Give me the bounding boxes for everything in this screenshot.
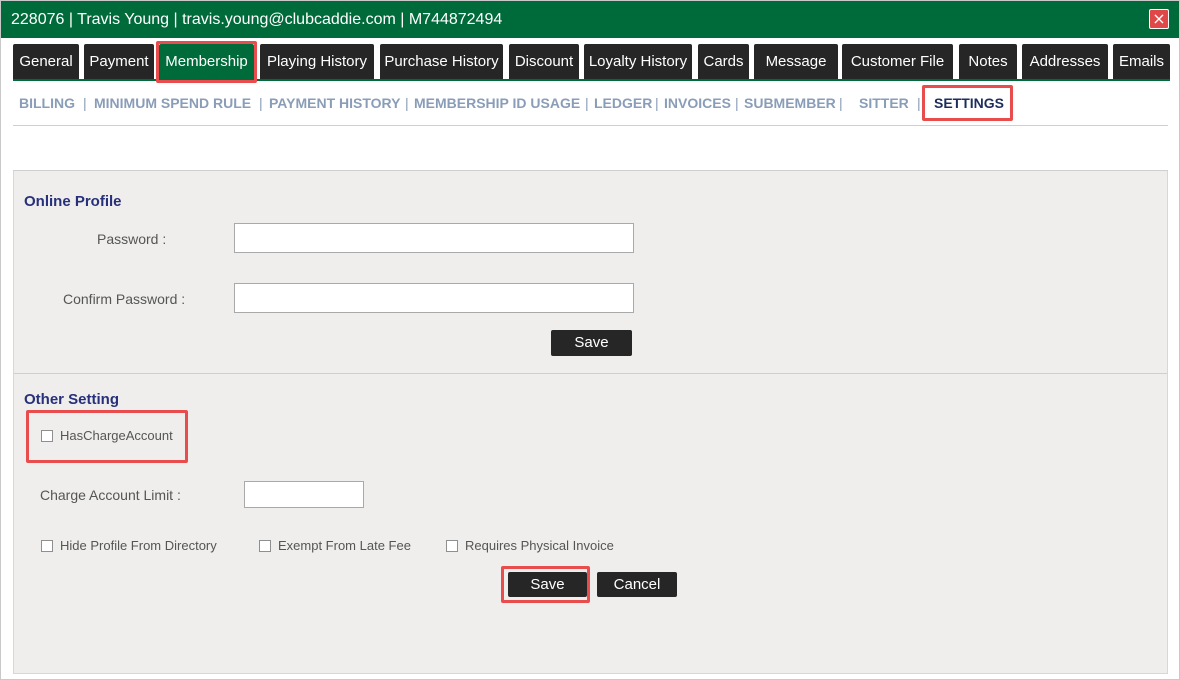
subnav-invoices[interactable]: INVOICES: [664, 91, 731, 115]
tab-membership[interactable]: Membership: [159, 44, 254, 80]
save-password-button[interactable]: Save: [551, 330, 632, 356]
tab-loyalty-history[interactable]: Loyalty History: [584, 44, 692, 80]
password-label: Password :: [97, 231, 167, 247]
confirm-password-input[interactable]: [234, 283, 634, 313]
tab-cards[interactable]: Cards: [698, 44, 749, 80]
has-charge-account-option[interactable]: HasChargeAccount: [41, 428, 173, 443]
subnav-separator: |: [655, 95, 659, 111]
hide-profile-option[interactable]: Hide Profile From Directory: [41, 538, 217, 553]
exempt-late-fee-checkbox[interactable]: [259, 540, 271, 552]
tab-customer-file[interactable]: Customer File: [842, 44, 953, 80]
hide-profile-checkbox[interactable]: [41, 540, 53, 552]
subnav-submember[interactable]: SUBMEMBER: [744, 91, 836, 115]
subnav-sitter[interactable]: SITTER: [859, 91, 909, 115]
has-charge-account-label: HasChargeAccount: [60, 428, 173, 443]
tabs-underline: [13, 79, 1170, 81]
subnav-ledger[interactable]: LEDGER: [594, 91, 652, 115]
subnav-separator: |: [585, 95, 589, 111]
customer-window: 228076 | Travis Young | travis.young@clu…: [0, 0, 1180, 680]
password-input[interactable]: [234, 223, 634, 253]
has-charge-account-checkbox[interactable]: [41, 430, 53, 442]
online-profile-title: Online Profile: [24, 193, 122, 210]
subnav-separator: |: [839, 95, 843, 111]
tab-purchase-history[interactable]: Purchase History: [380, 44, 503, 80]
section-divider: [14, 373, 1167, 374]
subnav-separator: |: [259, 95, 263, 111]
tab-addresses[interactable]: Addresses: [1022, 44, 1108, 80]
exempt-late-fee-option[interactable]: Exempt From Late Fee: [259, 538, 411, 553]
confirm-password-label: Confirm Password :: [63, 291, 186, 307]
tab-playing-history[interactable]: Playing History: [260, 44, 374, 80]
tab-notes[interactable]: Notes: [959, 44, 1017, 80]
requires-invoice-option[interactable]: Requires Physical Invoice: [446, 538, 614, 553]
settings-panel: Online Profile Password : Confirm Passwo…: [13, 171, 1168, 674]
subnav-payment-history[interactable]: PAYMENT HISTORY: [269, 91, 400, 115]
charge-limit-label: Charge Account Limit :: [40, 487, 181, 503]
subnav-separator: |: [83, 95, 87, 111]
other-setting-title: Other Setting: [24, 391, 120, 408]
close-icon[interactable]: ×: [1149, 9, 1169, 29]
tab-message[interactable]: Message: [754, 44, 838, 80]
charge-limit-input[interactable]: [244, 481, 364, 508]
tab-emails[interactable]: Emails: [1113, 44, 1170, 80]
subnav-settings[interactable]: SETTINGS: [934, 91, 1004, 115]
save-settings-button[interactable]: Save: [508, 572, 587, 597]
window-titlebar: 228076 | Travis Young | travis.young@clu…: [1, 1, 1179, 38]
subnav-separator: |: [735, 95, 739, 111]
cancel-button[interactable]: Cancel: [597, 572, 677, 597]
requires-invoice-label: Requires Physical Invoice: [465, 538, 614, 553]
exempt-late-fee-label: Exempt From Late Fee: [278, 538, 411, 553]
subnav-separator: |: [917, 95, 921, 111]
tab-general[interactable]: General: [13, 44, 79, 80]
subnav-membership-id-usage[interactable]: MEMBERSHIP ID USAGE: [414, 91, 580, 115]
subnav-billing[interactable]: BILLING: [19, 91, 75, 115]
subnav-minimum-spend-rule[interactable]: MINIMUM SPEND RULE: [94, 91, 251, 115]
divider: [13, 125, 1168, 126]
subnav-separator: |: [405, 95, 409, 111]
tab-discount[interactable]: Discount: [509, 44, 579, 80]
window-title: 228076 | Travis Young | travis.young@clu…: [11, 11, 503, 28]
hide-profile-label: Hide Profile From Directory: [60, 538, 217, 553]
tab-payment[interactable]: Payment: [84, 44, 154, 80]
requires-invoice-checkbox[interactable]: [446, 540, 458, 552]
